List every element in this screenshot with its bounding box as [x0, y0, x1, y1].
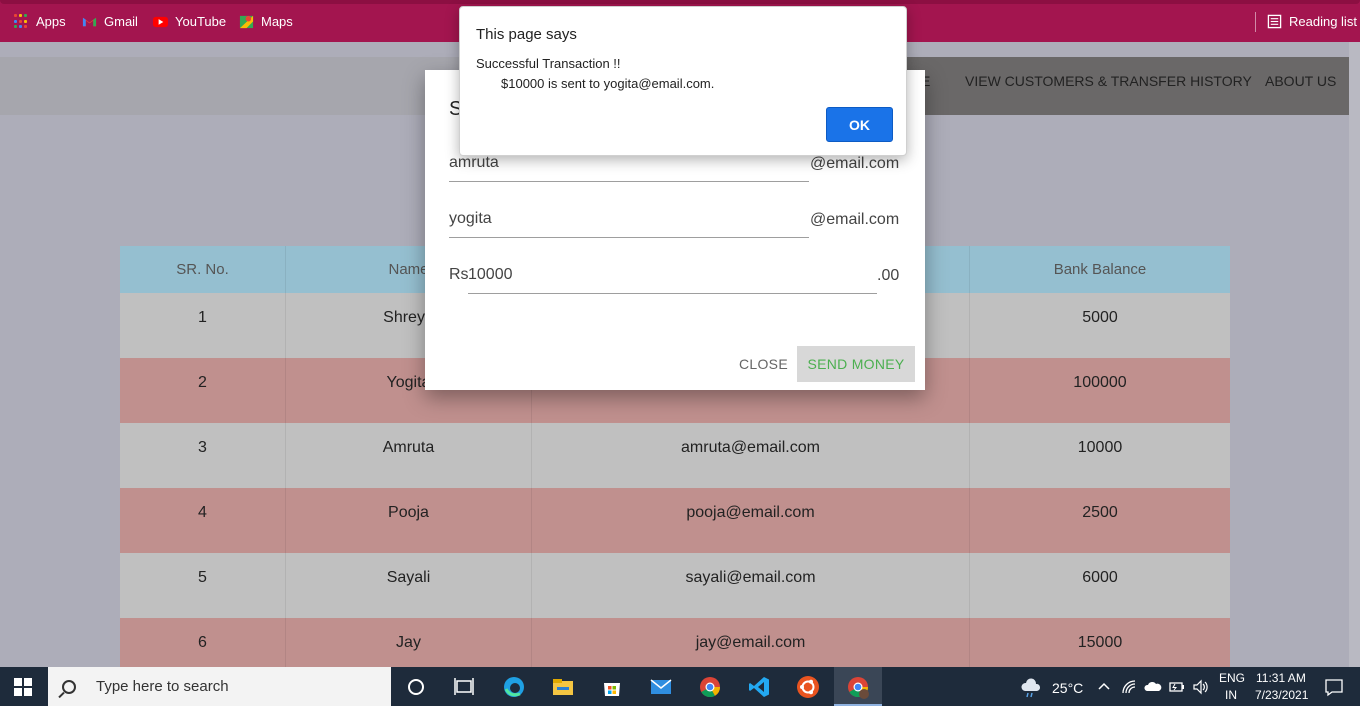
table-row: 3 Amruta amruta@email.com 10000 [120, 423, 1230, 488]
cell-name: Sayali [286, 553, 532, 618]
bookmark-youtube[interactable]: YouTube [153, 14, 226, 29]
task-view-icon[interactable] [452, 675, 476, 699]
bookmark-label: YouTube [175, 14, 227, 29]
header-bank-balance: Bank Balance [1053, 261, 1147, 278]
cell-email: amruta@email.com [532, 423, 970, 488]
alert-message-line1: Successful Transaction !! [476, 56, 621, 71]
cell-name: Jay [286, 618, 532, 667]
alert-message-line2: $10000 is sent to yogita@email.com. [501, 76, 715, 91]
cell-email: jay@email.com [532, 618, 970, 667]
weather-icon[interactable] [1019, 676, 1043, 700]
windows-start-icon[interactable] [14, 678, 32, 696]
reading-list-label: Reading list [1289, 14, 1357, 29]
chrome-profile-icon[interactable] [846, 675, 870, 699]
chevron-up-icon[interactable] [1096, 679, 1112, 695]
alert-title: This page says [476, 26, 577, 43]
ubuntu-icon[interactable] [796, 675, 820, 699]
microsoft-store-icon[interactable] [600, 675, 624, 699]
header-sr-no: SR. No. [120, 246, 286, 293]
language-region: IN [1225, 688, 1237, 702]
bookmark-label: Maps [261, 14, 293, 29]
cell-balance: 15000 [1077, 634, 1123, 651]
cell-email: pooja@email.com [532, 488, 970, 553]
clock-date: 7/23/2021 [1255, 688, 1309, 702]
cell-balance: 5000 [1082, 309, 1118, 326]
ok-button[interactable]: OK [826, 107, 893, 142]
cell-balance: 100000 [1073, 374, 1127, 391]
amount-decimal-suffix: .00 [877, 267, 900, 284]
cell-name: Amruta [286, 423, 532, 488]
battery-icon[interactable] [1168, 679, 1186, 695]
scrollbar-track[interactable] [1349, 42, 1360, 667]
bookmark-apps[interactable]: Apps [14, 14, 66, 29]
cell-balance: 10000 [1077, 439, 1123, 456]
cell-sr: 6 [120, 618, 286, 667]
vscode-icon[interactable] [747, 675, 771, 699]
send-money-button[interactable]: SEND MONEY [797, 346, 915, 382]
language-indicator[interactable]: ENG [1219, 671, 1245, 685]
bookmark-label: Apps [36, 14, 66, 29]
search-icon [62, 679, 76, 694]
cell-sr: 3 [120, 423, 286, 488]
receiver-email-input[interactable]: yogita [449, 206, 809, 238]
notifications-icon[interactable] [1324, 677, 1344, 697]
tab-strip-edge [0, 0, 1360, 4]
cortana-icon[interactable] [404, 675, 428, 699]
table-row: 5 Sayali sayali@email.com 6000 [120, 553, 1230, 618]
table-row: 6 Jay jay@email.com 15000 [120, 618, 1230, 667]
amount-currency-prefix: Rs [449, 266, 469, 283]
gmail-icon [82, 17, 97, 27]
reading-list-icon [1267, 14, 1282, 29]
table-row: 4 Pooja pooja@email.com 2500 [120, 488, 1230, 553]
mail-icon[interactable] [649, 675, 673, 699]
cell-sr: 4 [120, 488, 286, 553]
receiver-email-suffix: @email.com [810, 211, 900, 228]
bookmark-gmail[interactable]: Gmail [82, 14, 138, 29]
close-button[interactable]: CLOSE [739, 356, 788, 372]
apps-grid-icon [14, 14, 29, 29]
alert-dialog: This page says Successful Transaction !!… [459, 6, 907, 156]
amount-input[interactable]: 10000 [468, 262, 877, 294]
volume-icon[interactable] [1192, 679, 1210, 695]
cell-balance: 6000 [1082, 569, 1118, 586]
maps-icon [239, 15, 254, 29]
file-explorer-icon[interactable] [551, 675, 575, 699]
cell-sr: 5 [120, 553, 286, 618]
nav-link-about-us[interactable]: ABOUT US [1265, 73, 1336, 89]
bookmark-maps[interactable]: Maps [239, 14, 293, 29]
cell-sr: 2 [120, 358, 286, 423]
cell-balance: 2500 [1082, 504, 1118, 521]
wifi-icon[interactable] [1121, 679, 1139, 695]
sender-email-suffix: @email.com [810, 155, 900, 172]
taskbar-search[interactable]: Type here to search [48, 667, 391, 706]
cell-sr: 1 [120, 293, 286, 358]
bookmark-label: Gmail [104, 14, 138, 29]
nav-link-view-customers[interactable]: VIEW CUSTOMERS & TRANSFER HISTORY [965, 73, 1252, 89]
clock-time[interactable]: 11:31 AM [1256, 671, 1306, 685]
weather-temperature: 25°C [1052, 680, 1084, 696]
bookmark-divider [1255, 12, 1256, 32]
onedrive-cloud-icon[interactable] [1144, 679, 1162, 695]
edge-icon[interactable] [502, 675, 526, 699]
cell-name: Pooja [286, 488, 532, 553]
taskbar: Type here to search 25°C ENG IN 11:31 AM… [0, 667, 1360, 706]
cell-email: sayali@email.com [532, 553, 970, 618]
search-placeholder: Type here to search [96, 678, 229, 695]
youtube-icon [153, 16, 168, 28]
reading-list-button[interactable]: Reading list [1267, 14, 1357, 29]
chrome-icon[interactable] [698, 675, 722, 699]
